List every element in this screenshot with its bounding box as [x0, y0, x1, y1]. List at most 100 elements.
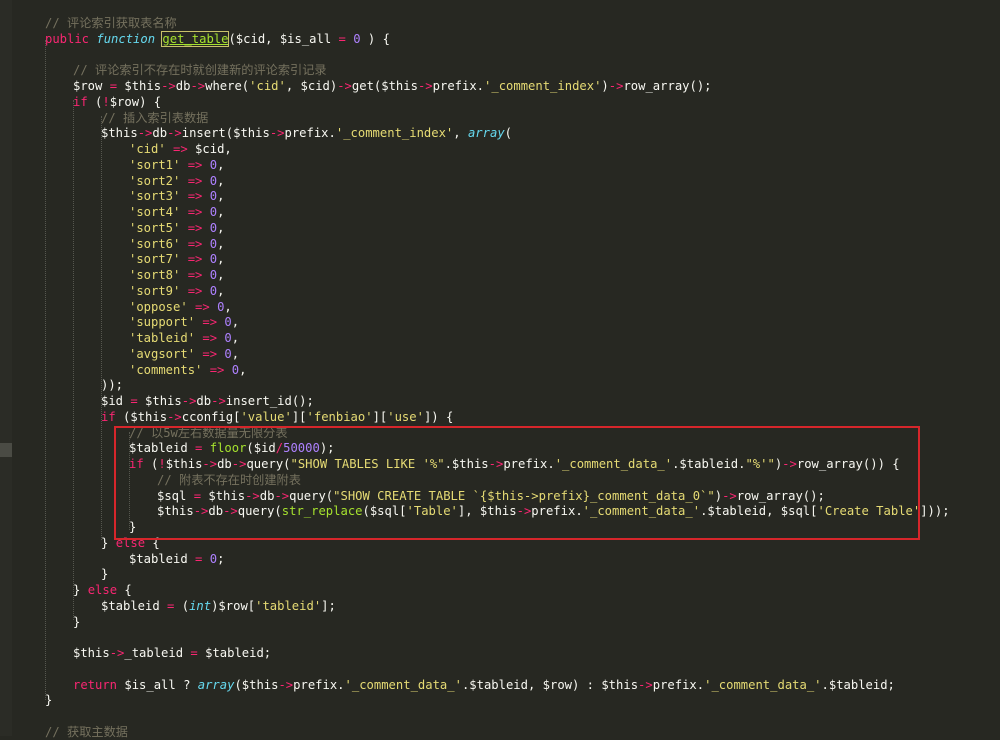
code-token: 'oppose' — [129, 299, 188, 314]
code-line: 'tableid' => 0, — [129, 330, 239, 346]
code-token: , — [217, 268, 225, 282]
code-token: ( — [174, 598, 190, 613]
code-token: , — [217, 205, 225, 219]
code-token: $tableid; — [197, 646, 272, 660]
code-token: $row — [73, 79, 110, 93]
code-token: cconfig[ — [181, 409, 241, 424]
code-token: ($cid, $is_all — [228, 31, 339, 46]
code-token: , — [217, 220, 225, 235]
code-token: ) { — [360, 31, 390, 46]
code-token: $cid, — [187, 142, 232, 156]
code-line: 'sort1' => 0, — [129, 157, 224, 173]
code-token: insert_id(); — [225, 394, 314, 408]
code-token: 0 — [224, 331, 232, 345]
code-token: $this — [73, 646, 110, 660]
code-token: '_comment_index' — [484, 79, 602, 93]
code-token: )$row[ — [211, 598, 256, 613]
gutter-line-marker — [0, 443, 12, 457]
code-token: -> — [211, 394, 226, 408]
code-line: } — [45, 692, 52, 708]
code-token: -> — [608, 79, 624, 93]
code-token: ][ — [372, 409, 388, 424]
code-token: => — [173, 142, 188, 156]
code-token: => — [195, 299, 210, 314]
code-line: 'comments' => 0, — [129, 362, 246, 378]
code-token: 0 — [224, 315, 232, 330]
code-token: , — [217, 157, 225, 172]
code-token: '_comment_data_' — [704, 677, 822, 692]
code-token: $id — [101, 394, 131, 408]
code-token: => — [187, 220, 203, 235]
code-token: 'fenbiao' — [306, 409, 373, 424]
code-token: , — [231, 346, 240, 361]
code-token: => — [187, 173, 203, 188]
code-line: $this->db->insert($this->prefix.'_commen… — [101, 125, 512, 141]
code-line: } — [73, 614, 80, 630]
code-line: if (!$row) { — [73, 94, 161, 110]
code-editor[interactable]: // 评论索引获取表名称 public function get_table($c… — [0, 0, 1000, 739]
code-token: -> — [161, 79, 176, 93]
code-token: , $cid) — [285, 79, 338, 93]
code-token: 'sort6' — [129, 236, 181, 251]
code-token: => — [209, 362, 225, 377]
code-line: $id = $this->db->insert_id(); — [101, 393, 314, 409]
code-token: 0 — [209, 189, 218, 204]
code-token: ! — [102, 94, 110, 109]
indent-guide — [101, 116, 102, 540]
code-token: prefix. — [652, 677, 705, 692]
code-token: , — [231, 315, 240, 330]
code-line: 'sort7' => 0, — [129, 251, 224, 267]
code-token: 'sort7' — [129, 252, 181, 267]
code-token: 0 — [209, 252, 218, 267]
code-token: ]; — [321, 598, 336, 613]
code-line: 'sort8' => 0, — [129, 267, 224, 283]
code-token: prefix. — [293, 677, 345, 692]
code-token: -> — [417, 79, 433, 93]
code-token: 0 — [209, 236, 218, 251]
code-line: 'support' => 0, — [129, 314, 239, 330]
code-token: => — [202, 315, 218, 330]
code-line: // 插入索引表数据 — [101, 110, 208, 126]
code-line: 'avgsort' => 0, — [129, 346, 239, 362]
code-token: -> — [638, 677, 653, 692]
code-token: ( — [504, 126, 512, 141]
code-token: 'cid' — [129, 142, 166, 156]
code-token: )); — [101, 378, 124, 393]
code-token: 0 — [209, 220, 218, 235]
code-line: 'sort4' => 0, — [129, 204, 224, 220]
code-token: ])); — [920, 504, 950, 519]
code-token: } — [73, 614, 81, 629]
code-token: 'sort8' — [129, 268, 181, 282]
code-token: 0 — [209, 173, 218, 188]
code-token: insert($this — [181, 126, 270, 141]
code-line: 'oppose' => 0, — [129, 299, 232, 315]
code-token: 'cid' — [249, 79, 286, 93]
code-token: , — [217, 189, 225, 204]
code-token: -> — [167, 126, 182, 141]
code-token: 'tableid' — [255, 598, 322, 613]
code-token: $row) { — [109, 94, 162, 109]
code-token: => — [187, 252, 203, 267]
code-token: $is_all ? — [117, 677, 198, 692]
code-token: 'sort2' — [129, 173, 181, 188]
code-token: 'avgsort' — [129, 346, 196, 361]
code-token: 0 — [209, 157, 218, 172]
code-token: => — [187, 189, 203, 204]
code-token: 'support' — [129, 315, 196, 330]
code-token: = — [338, 31, 346, 46]
code-token: int — [189, 598, 212, 613]
code-token: -> — [337, 79, 352, 93]
code-line: $row = $this->db->where('cid', $cid)->ge… — [73, 78, 712, 94]
editor-gutter — [0, 0, 12, 736]
